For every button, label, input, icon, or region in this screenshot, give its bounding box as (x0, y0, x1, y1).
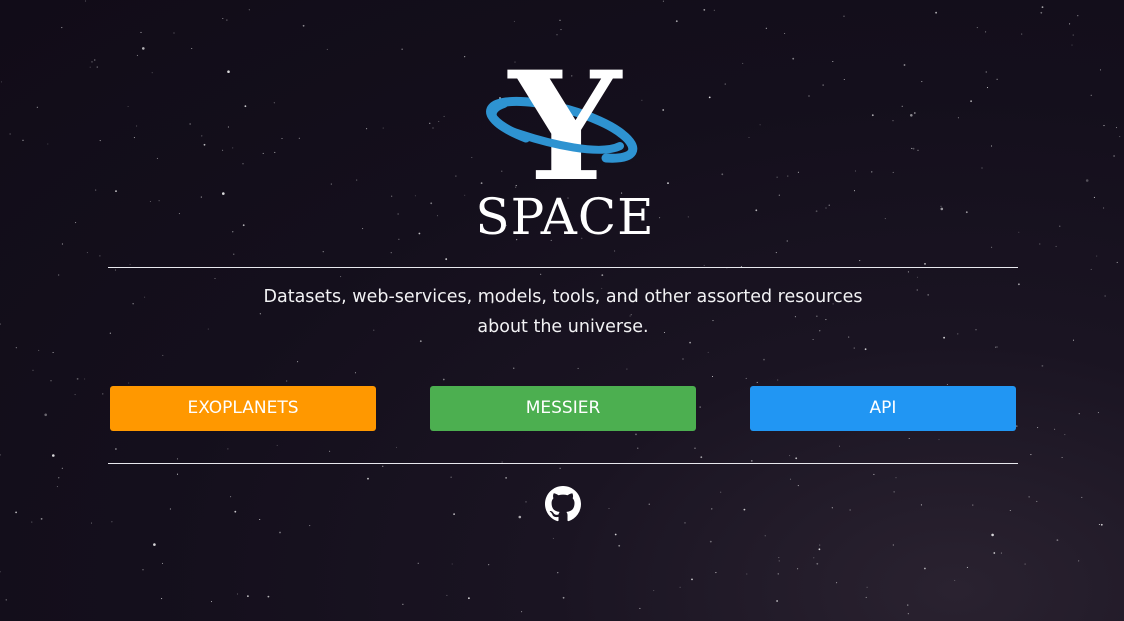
landing-page: Y SPACE Datasets, web-services, models, … (0, 0, 1124, 621)
api-button[interactable]: API (750, 386, 1016, 431)
divider-bottom (108, 463, 1018, 464)
tagline: Datasets, web-services, models, tools, a… (200, 282, 926, 342)
tagline-line-1: Datasets, web-services, models, tools, a… (263, 287, 863, 307)
yspace-logo[interactable]: Y SPACE (470, 52, 660, 246)
orbit-ring-front (488, 100, 624, 154)
tagline-line-2: about the universe. (477, 317, 649, 337)
divider-top (108, 267, 1018, 268)
logo-wordmark: SPACE (475, 188, 655, 246)
messier-button[interactable]: MESSIER (430, 386, 696, 431)
exoplanets-button[interactable]: EXOPLANETS (110, 386, 376, 431)
github-icon[interactable] (544, 486, 582, 522)
